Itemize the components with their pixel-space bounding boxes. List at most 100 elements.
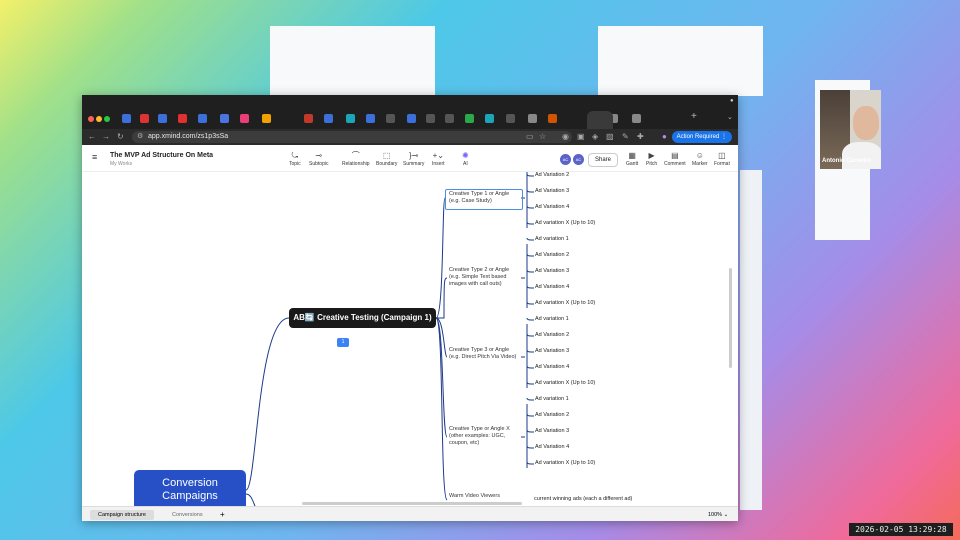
- browser-tab-favicon[interactable]: [407, 114, 416, 123]
- browser-tab-favicon[interactable]: [485, 114, 494, 123]
- root-topic[interactable]: Conversion Campaigns: [134, 470, 246, 506]
- summary-tool[interactable]: }⊸ Summary: [403, 151, 424, 167]
- pitch-tool[interactable]: ▶ Pitch: [646, 151, 657, 167]
- comment-tool[interactable]: ▤ Comment: [664, 151, 686, 167]
- relationship-tool[interactable]: ⌒ Relationship: [342, 151, 370, 167]
- minimize-window-icon[interactable]: [96, 116, 102, 122]
- leaf-topic[interactable]: Ad Variation 3: [535, 428, 569, 434]
- cast-icon[interactable]: ▭: [526, 132, 534, 141]
- browser-tab-favicon[interactable]: [198, 114, 207, 123]
- browser-tab-favicon[interactable]: [304, 114, 313, 123]
- marker-tool[interactable]: ☺ Marker: [692, 151, 708, 167]
- reload-icon[interactable]: ↻: [117, 132, 124, 141]
- extension-icon-3[interactable]: ▨: [606, 132, 614, 141]
- extension-icon[interactable]: ◉: [562, 132, 569, 141]
- tab-search-icon[interactable]: ⌄: [727, 113, 733, 121]
- subtopic-tool[interactable]: ⊸ Subtopic: [309, 151, 328, 167]
- browser-tab-favicon[interactable]: [386, 114, 395, 123]
- browser-tab-favicon[interactable]: [366, 114, 375, 123]
- avatar[interactable]: AC: [560, 154, 571, 165]
- main-topic[interactable]: AB🔄 Creative Testing (Campaign 1): [289, 308, 436, 328]
- browser-tab-favicon[interactable]: [465, 114, 474, 123]
- browser-tab-favicon[interactable]: [346, 114, 355, 123]
- boundary-tool[interactable]: ⬚ Boundary: [376, 151, 397, 167]
- tab-active[interactable]: [587, 111, 613, 129]
- browser-tab-favicon[interactable]: [122, 114, 131, 123]
- leaf-topic[interactable]: Ad Variation 2: [535, 252, 569, 258]
- new-tab-icon[interactable]: +: [691, 111, 697, 122]
- ai-tool[interactable]: ✺ AI: [462, 151, 469, 167]
- browser-tab-favicon[interactable]: [240, 114, 249, 123]
- browser-tab-favicon[interactable]: [632, 114, 641, 123]
- branch-topic[interactable]: Creative Type 2 or Angle (e.g. Simple Te…: [449, 267, 521, 288]
- branch-topic[interactable]: Creative Type 1 or Angle (e.g. Case Stud…: [449, 191, 521, 205]
- branch-topic-partial[interactable]: Warm Video Viewers: [449, 493, 521, 500]
- maximize-window-icon[interactable]: [104, 116, 110, 122]
- leaf-topic[interactable]: Ad Variation 2: [535, 412, 569, 418]
- browser-tab-favicon[interactable]: [158, 114, 167, 123]
- share-button[interactable]: Share: [588, 153, 618, 167]
- topic-tool[interactable]: ⤿ Topic: [289, 151, 301, 167]
- extension-icon-2[interactable]: ▣: [577, 132, 585, 141]
- leaf-topic-partial[interactable]: current winning ads (each a different ad…: [534, 496, 632, 502]
- topic-count-badge[interactable]: 1: [337, 338, 349, 347]
- forward-icon[interactable]: →: [102, 132, 110, 141]
- leaf-topic[interactable]: Ad variation X (Up to 10): [535, 380, 595, 386]
- branch-topic[interactable]: Creative Type 3 or Angle (e.g. Direct Pi…: [449, 347, 521, 361]
- browser-tab-favicon[interactable]: [426, 114, 435, 123]
- sheet-tab-campaign-structure[interactable]: Campaign structure: [90, 510, 154, 520]
- close-window-icon[interactable]: [88, 116, 94, 122]
- bookmark-star-icon[interactable]: ☆: [539, 132, 546, 141]
- insert-tool[interactable]: +⌄ Insert: [432, 151, 445, 167]
- branch-topic[interactable]: Creative Type or Angle X (other examples…: [449, 426, 521, 447]
- format-tool[interactable]: ◫ Format: [714, 151, 730, 167]
- relationship-icon: ⌒: [351, 151, 360, 160]
- document-title[interactable]: The MVP Ad Structure On Meta: [110, 152, 213, 159]
- extension-icon-4[interactable]: ✎: [622, 132, 629, 141]
- leaf-topic[interactable]: Ad Variation 4: [535, 364, 569, 370]
- gantt-tool[interactable]: ▦ Gantt: [626, 151, 638, 167]
- leaf-topic[interactable]: Ad Variation 3: [535, 268, 569, 274]
- sheet-tab-conversions[interactable]: Conversions: [164, 510, 211, 520]
- leaf-topic[interactable]: Ad variation X (Up to 10): [535, 220, 595, 226]
- shield-icon[interactable]: ◈: [592, 132, 598, 141]
- horizontal-scrollbar[interactable]: [302, 502, 522, 505]
- browser-tab-favicon[interactable]: [178, 114, 187, 123]
- document-location[interactable]: My Works: [110, 161, 132, 167]
- leaf-topic[interactable]: Ad Variation 3: [535, 188, 569, 194]
- url-text[interactable]: app.xmind.com/zs1p3sSa: [148, 132, 228, 142]
- zoom-control[interactable]: 100% ⌄: [700, 510, 736, 520]
- browser-tab-favicon[interactable]: [548, 114, 557, 123]
- browser-tab-favicon[interactable]: [220, 114, 229, 123]
- leaf-topic[interactable]: Ad variation 1: [535, 396, 569, 402]
- leaf-topic[interactable]: Ad variation X (Up to 10): [535, 460, 595, 466]
- leaf-topic[interactable]: Ad variation X (Up to 10): [535, 300, 595, 306]
- add-sheet-button[interactable]: +: [212, 510, 233, 520]
- browser-tab-favicon[interactable]: [262, 114, 271, 123]
- menu-icon[interactable]: ≡: [92, 152, 97, 162]
- browser-tab-favicon[interactable]: [324, 114, 333, 123]
- avatar[interactable]: AC: [573, 154, 584, 165]
- leaf-topic[interactable]: Ad variation 1: [535, 236, 569, 242]
- profile-icon[interactable]: ●: [662, 132, 667, 141]
- format-tool-label: Format: [714, 161, 730, 167]
- puzzle-icon[interactable]: ✚: [637, 132, 644, 141]
- browser-tab-favicon[interactable]: [140, 114, 149, 123]
- leaf-topic[interactable]: Ad Variation 4: [535, 444, 569, 450]
- browser-tab-favicon[interactable]: [528, 114, 537, 123]
- comment-tool-label: Comment: [664, 161, 686, 167]
- browser-tab-favicon[interactable]: [445, 114, 454, 123]
- leaf-topic[interactable]: Ad Variation 2: [535, 332, 569, 338]
- leaf-topic[interactable]: Ad Variation 2: [535, 172, 569, 178]
- leaf-topic[interactable]: Ad Variation 3: [535, 348, 569, 354]
- browser-tab-favicon[interactable]: [506, 114, 515, 123]
- leaf-topic[interactable]: Ad Variation 4: [535, 204, 569, 210]
- back-icon[interactable]: ←: [88, 132, 96, 141]
- subtopic-icon: ⊸: [315, 151, 323, 160]
- vertical-scrollbar[interactable]: [729, 268, 732, 368]
- leaf-topic[interactable]: Ad variation 1: [535, 316, 569, 322]
- leaf-topic[interactable]: Ad Variation 4: [535, 284, 569, 290]
- site-info-icon[interactable]: ⚙: [137, 132, 143, 141]
- mindmap-canvas[interactable]: Ad Variation 2 Ad Variation 3 Ad Variation…: [82, 172, 738, 506]
- action-required-button[interactable]: Action Required ⋮: [671, 131, 732, 143]
